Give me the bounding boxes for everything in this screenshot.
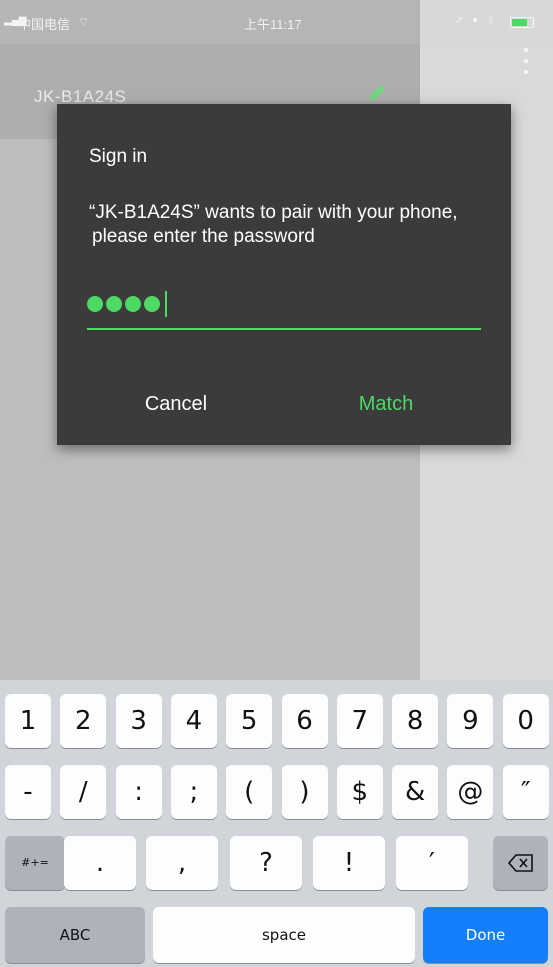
abc-key[interactable]: ABC xyxy=(5,907,145,963)
backspace-key[interactable] xyxy=(493,836,548,890)
carrier-name: 中国电信 xyxy=(18,17,71,32)
key-0[interactable]: 0 xyxy=(502,694,549,748)
password-dot xyxy=(106,296,122,312)
key-punctuation[interactable]: ! xyxy=(313,836,385,890)
key-6[interactable]: 6 xyxy=(281,694,328,748)
key-8[interactable]: 8 xyxy=(392,694,439,748)
key-symbol[interactable]: / xyxy=(60,765,107,819)
dialog-message-line: “JK-B1A24S” wants to pair with your phon… xyxy=(89,202,458,223)
more-vertical-icon[interactable] xyxy=(523,46,529,76)
cancel-button[interactable]: Cancel xyxy=(121,386,231,422)
password-underline xyxy=(87,328,481,330)
key-1[interactable]: 1 xyxy=(5,694,51,748)
space-key[interactable]: space xyxy=(153,907,415,963)
status-bar: ▂▄▆ 中国电信 ⌔ 上午11:17 ➚ ● ᛒ xyxy=(0,0,553,44)
key-punctuation[interactable]: ? xyxy=(230,836,302,890)
key-punctuation[interactable]: , xyxy=(146,836,218,890)
alarm-icon: ● xyxy=(472,15,479,26)
battery-icon xyxy=(510,17,534,28)
password-input[interactable] xyxy=(87,291,167,317)
key-symbol[interactable]: ; xyxy=(170,765,217,819)
password-dot xyxy=(125,296,141,312)
key-4[interactable]: 4 xyxy=(170,694,217,748)
key-9[interactable]: 9 xyxy=(447,694,494,748)
dialog-message-line: please enter the password xyxy=(92,226,315,247)
key-symbol[interactable]: - xyxy=(5,765,51,819)
symbols-toggle-key[interactable]: #+= xyxy=(5,836,65,890)
key-punctuation[interactable]: ′ xyxy=(396,836,468,890)
key-punctuation[interactable]: . xyxy=(64,836,136,890)
sign-in-dialog: Sign in “JK-B1A24S” wants to pair with y… xyxy=(57,104,511,445)
text-caret xyxy=(165,291,167,317)
wifi-icon: ⌔ xyxy=(78,15,90,29)
password-dot xyxy=(87,296,103,312)
key-symbol[interactable]: : xyxy=(115,765,162,819)
key-2[interactable]: 2 xyxy=(60,694,107,748)
key-symbol[interactable]: ( xyxy=(226,765,273,819)
dialog-title: Sign in xyxy=(89,146,148,167)
location-icon: ➚ xyxy=(455,15,464,26)
key-symbol[interactable]: ) xyxy=(281,765,328,819)
keyboard: 1 2 3 4 5 6 7 8 9 0 - /:;() $ & @ ″ #+=.,?! ′ ABC space Done xyxy=(0,680,553,967)
key-symbol[interactable]: @ xyxy=(447,765,494,819)
match-button[interactable]: Match xyxy=(331,386,441,422)
key-symbol[interactable]: $ xyxy=(336,765,383,819)
done-key[interactable]: Done xyxy=(423,907,548,963)
password-dot xyxy=(144,296,160,312)
bluetooth-icon: ᛒ xyxy=(488,15,494,26)
dialog-message: “JK-B1A24S” wants to pair with your phon… xyxy=(89,201,499,249)
key-7[interactable]: 7 xyxy=(336,694,383,748)
backspace-icon xyxy=(507,854,533,872)
key-5[interactable]: 5 xyxy=(226,694,273,748)
status-time: 上午11:17 xyxy=(244,17,302,32)
pencil-edit-icon[interactable] xyxy=(366,82,388,104)
key-symbol[interactable]: & xyxy=(392,765,439,819)
key-3[interactable]: 3 xyxy=(115,694,162,748)
key-symbol[interactable]: ″ xyxy=(502,765,549,819)
